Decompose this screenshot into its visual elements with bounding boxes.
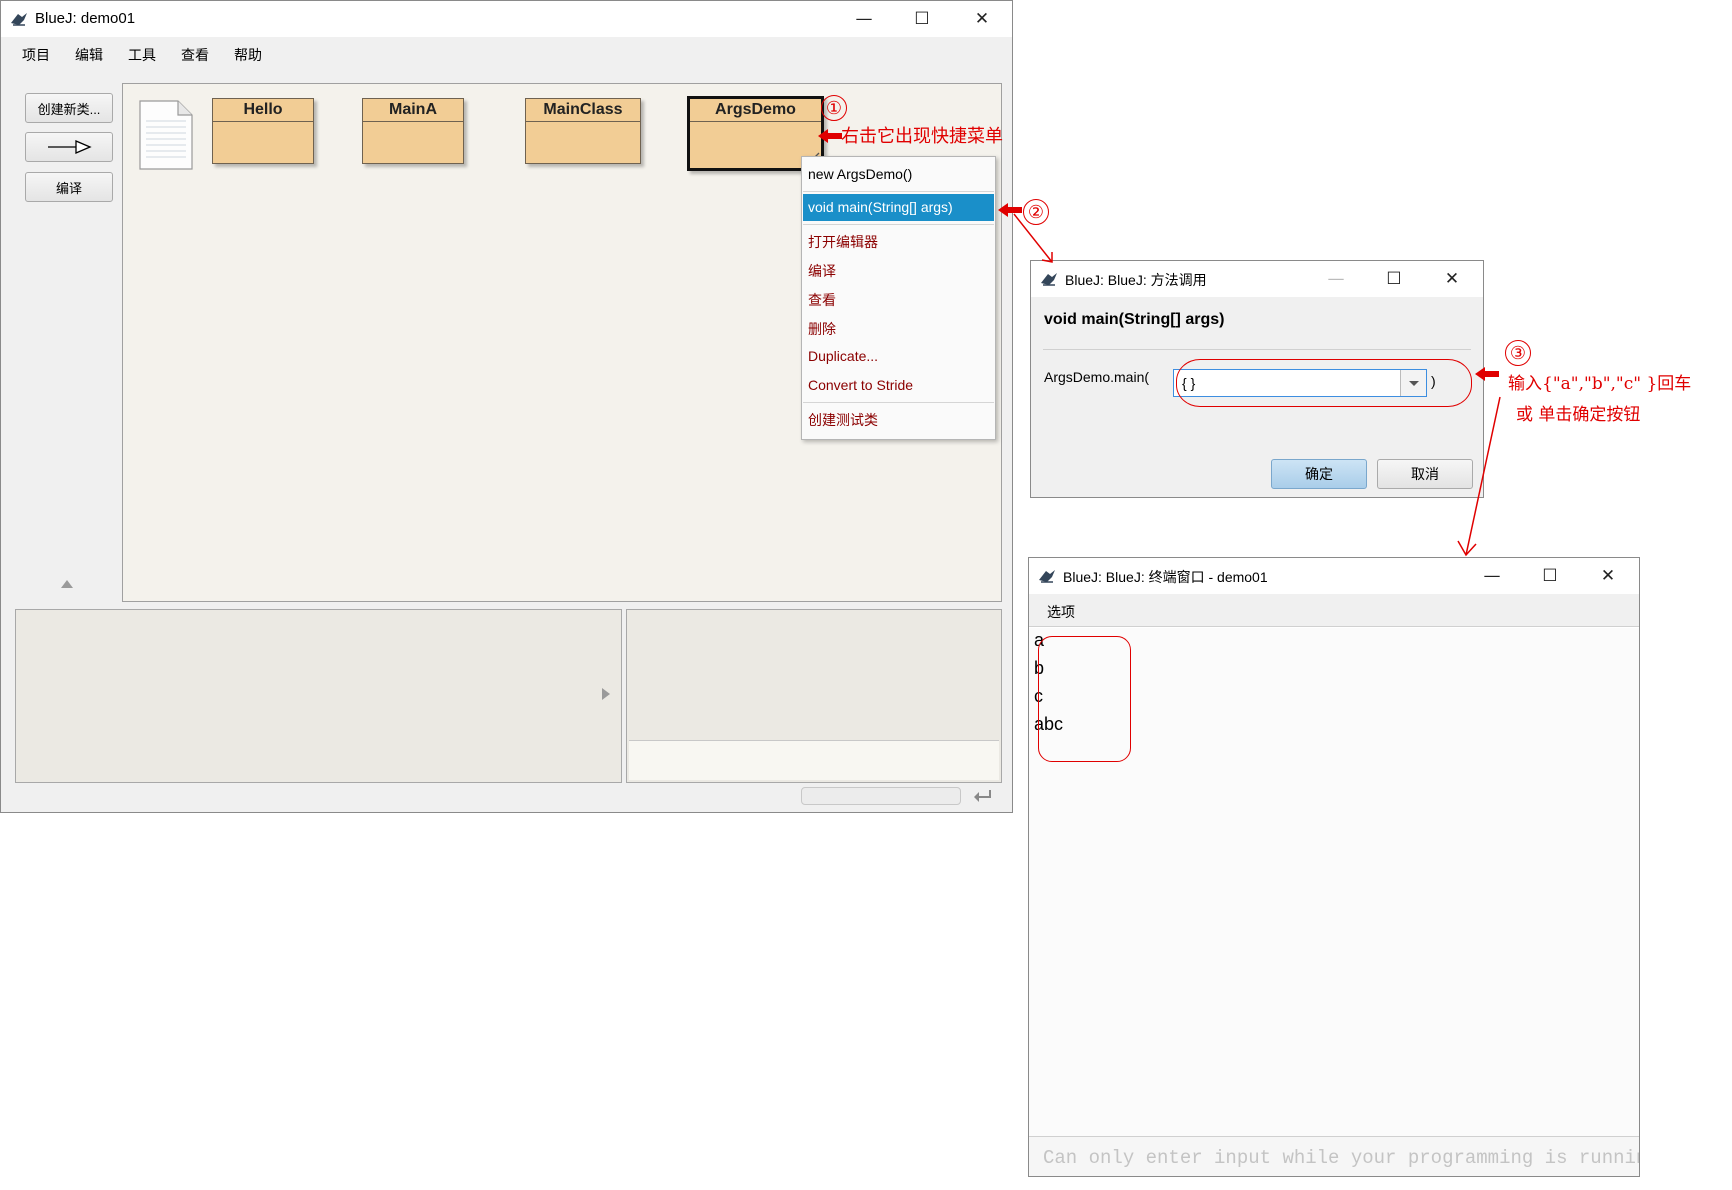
class-box-mainclass[interactable]: MainClass: [525, 98, 641, 164]
dialog-titlebar: BlueJ: BlueJ: 方法调用 — ☐ ✕: [1031, 261, 1483, 297]
red-arrow-icon: [1475, 367, 1499, 381]
output-highlight: [1038, 636, 1131, 762]
minimize-button[interactable]: —: [841, 1, 887, 37]
terminal-input-placeholder: Can only enter input while your programm…: [1043, 1147, 1639, 1169]
menu-item-duplicate[interactable]: Duplicate...: [808, 348, 878, 364]
class-context-menu: new ArgsDemo() void main(String[] args) …: [801, 156, 996, 440]
class-name: Hello: [213, 99, 313, 122]
new-class-button[interactable]: 创建新类...: [25, 93, 113, 123]
main-menubar: 项目 编辑 工具 查看 帮助: [1, 37, 1012, 69]
maximize-button[interactable]: ☐: [899, 1, 945, 37]
object-bench[interactable]: [15, 609, 622, 783]
menu-item-remove[interactable]: 删除: [808, 319, 836, 339]
menu-item-constructor[interactable]: new ArgsDemo(): [808, 166, 912, 182]
bluej-bird-icon: [1039, 570, 1055, 583]
terminal-titlebar: BlueJ: BlueJ: 终端窗口 - demo01 — ☐ ✕: [1029, 558, 1639, 594]
close-button[interactable]: ✕: [959, 1, 1005, 37]
menu-item-create-test-class[interactable]: 创建测试类: [808, 410, 878, 430]
menu-options[interactable]: 选项: [1047, 602, 1075, 622]
class-name: MainClass: [526, 99, 640, 122]
menu-separator: [803, 191, 994, 192]
reset-vm-icon[interactable]: [972, 787, 994, 805]
readme-document-icon[interactable]: [136, 99, 194, 171]
bluej-bird-icon: [11, 13, 27, 26]
expand-up-icon[interactable]: [60, 579, 74, 589]
minimize-button: —: [1327, 269, 1345, 289]
progress-bar: [801, 787, 961, 805]
menu-tools[interactable]: 工具: [128, 45, 156, 65]
dialog-title: BlueJ: BlueJ: 方法调用: [1065, 272, 1207, 288]
menu-separator: [803, 224, 994, 225]
maximize-button[interactable]: ☐: [1371, 261, 1417, 297]
menu-item-compile[interactable]: 编译: [808, 261, 836, 281]
arg-input-highlight: [1176, 359, 1472, 407]
step-3-note-line1: 输入{"a","b","c" }回车: [1508, 374, 1692, 394]
menu-item-inspect[interactable]: 查看: [808, 290, 836, 310]
terminal-input-field[interactable]: Can only enter input while your programm…: [1029, 1136, 1639, 1176]
class-name: MainA: [363, 99, 463, 122]
menu-item-open-editor[interactable]: 打开编辑器: [808, 232, 878, 252]
codepad-input[interactable]: [629, 740, 999, 780]
menu-edit[interactable]: 编辑: [75, 45, 103, 65]
menu-help[interactable]: 帮助: [234, 45, 262, 65]
expand-right-icon[interactable]: [601, 687, 611, 701]
menu-separator: [803, 402, 994, 403]
method-signature: void main(String[] args): [1044, 311, 1225, 328]
step-3-note-line2: 或 单击确定按钮: [1516, 405, 1641, 425]
red-arrow-icon: [818, 129, 842, 143]
close-button[interactable]: ✕: [1585, 558, 1631, 594]
step-1-note: 右击它出现快捷菜单: [841, 126, 1003, 147]
terminal-title: BlueJ: BlueJ: 终端窗口 - demo01: [1063, 569, 1268, 585]
call-prefix-label: ArgsDemo.main(: [1044, 369, 1150, 385]
inheritance-arrow-icon: [48, 140, 92, 154]
connector-arrow: [1013, 213, 1053, 263]
menu-view[interactable]: 查看: [181, 45, 209, 65]
main-titlebar: BlueJ: demo01 — ☐ ✕: [1, 1, 1012, 37]
class-box-maina[interactable]: MainA: [362, 98, 464, 164]
terminal-menubar: 选项: [1029, 594, 1639, 627]
step-3-marker: ③: [1505, 340, 1531, 366]
class-box-hello[interactable]: Hello: [212, 98, 314, 164]
menu-item-main-method[interactable]: void main(String[] args): [803, 194, 994, 221]
dialog-divider: [1043, 349, 1471, 350]
connector-arrow: [1457, 396, 1501, 557]
menu-project[interactable]: 项目: [22, 45, 50, 65]
ok-button[interactable]: 确定: [1271, 459, 1367, 489]
codepad-panel[interactable]: [626, 609, 1002, 783]
compile-button[interactable]: 编译: [25, 172, 113, 202]
main-window-title: BlueJ: demo01: [35, 10, 136, 27]
class-name: ArgsDemo: [690, 99, 821, 122]
maximize-button[interactable]: ☐: [1527, 558, 1573, 594]
new-arrow-button[interactable]: [25, 132, 113, 162]
close-button[interactable]: ✕: [1429, 261, 1475, 297]
step-1-marker: ①: [821, 95, 847, 121]
bluej-bird-icon: [1041, 273, 1057, 286]
minimize-button[interactable]: —: [1469, 558, 1515, 594]
menu-item-convert-to-stride[interactable]: Convert to Stride: [808, 377, 913, 393]
